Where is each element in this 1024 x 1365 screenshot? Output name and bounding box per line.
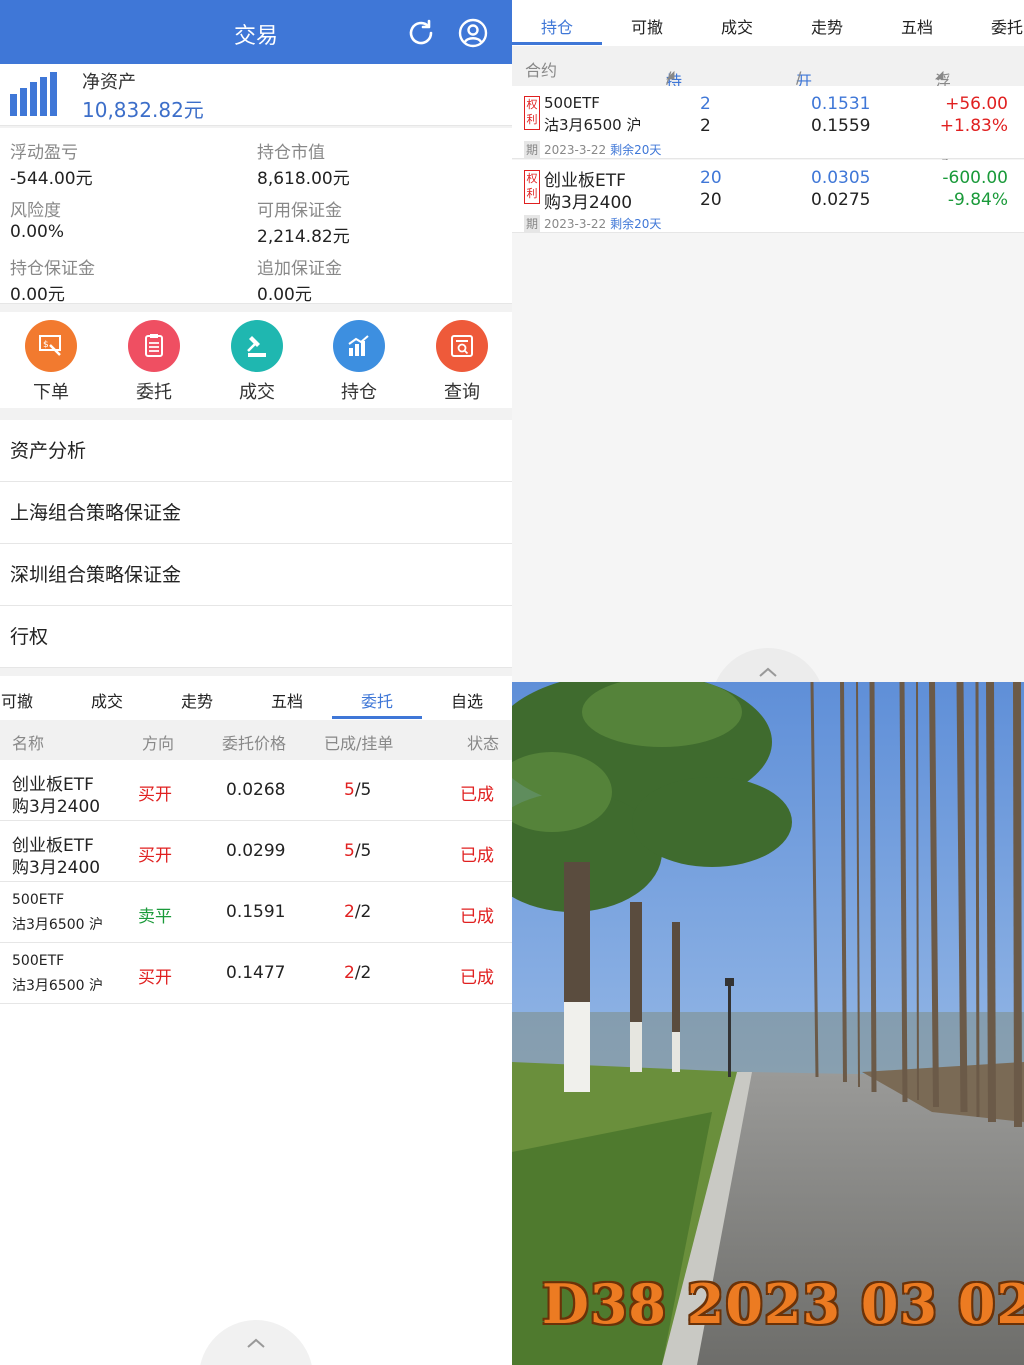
stat-risk: 风险度 0.00% [10, 201, 65, 242]
orders-table-header: 名称 方向 委托价格 已成/挂单 状态 [0, 720, 512, 760]
tab-deals[interactable]: 成交 [692, 14, 782, 38]
table-row[interactable]: 创业板ETF 购3月2400 买开 0.0268 5/5 已成 [0, 760, 512, 821]
tab-watchlist[interactable]: 自选 [422, 688, 512, 712]
action-query-button[interactable]: 查询 [422, 320, 502, 404]
action-deal-button[interactable]: 成交 [217, 320, 297, 404]
tab-deals[interactable]: 成交 [62, 688, 152, 712]
tab-depth[interactable]: 五档 [242, 688, 332, 712]
tab-trend[interactable]: 走势 [152, 688, 242, 712]
stat-additional-margin: 追加保证金 0.00元 [257, 259, 342, 305]
chevron-up-icon [247, 1338, 265, 1348]
action-order-button[interactable]: $ 下单 [11, 320, 91, 404]
table-row[interactable]: 500ETF 沽3月6500 沪 买开 0.1477 2/2 已成 [0, 943, 512, 1004]
tab-indicator [332, 716, 422, 719]
order-tabs: 可撤 成交 走势 五档 委托 自选 [0, 676, 512, 720]
menu-item-sz-margin[interactable]: 深圳组合策略保证金 [0, 544, 512, 606]
action-entrust-button[interactable]: 委托 [114, 320, 194, 404]
rights-badge: 权利 [524, 96, 540, 130]
trade-panel: 交易 净资产 10,832.82元 浮动盈亏 -544.00元 持仓市值 8,6… [0, 0, 512, 1365]
expiry-line: 期 2023-3-22 剩余20天 [524, 215, 662, 232]
refresh-icon[interactable] [406, 18, 436, 48]
stat-position-value: 持仓市值 8,618.00元 [257, 143, 350, 189]
park-path-photo: D38 2023 03 02 [512, 682, 1024, 1365]
tab-entrust[interactable]: 委托 [332, 688, 422, 712]
stat-floating-pl: 浮动盈亏 -544.00元 [10, 143, 93, 189]
expiry-line: 期 2023-3-22 剩余20天 [524, 141, 662, 158]
stat-position-margin: 持仓保证金 0.00元 [10, 259, 95, 305]
divider [0, 408, 512, 420]
tab-cancelable[interactable]: 可撤 [602, 14, 692, 38]
tab-entrust[interactable]: 委托 [962, 14, 1024, 38]
bar-chart-icon [10, 70, 64, 118]
tab-depth[interactable]: 五档 [872, 14, 962, 38]
positions-table-header: 合约 持仓/可用 ◢ 开仓价/现价 浮动盈亏◢ [512, 46, 1024, 163]
position-row[interactable]: 权利 创业板ETF 购3月2400 20 20 0.0305 0.0275 -6… [512, 160, 1024, 233]
expand-handle[interactable] [711, 648, 825, 682]
net-asset-value: 10,832.82元 [82, 98, 204, 122]
menu-item-exercise[interactable]: 行权 [0, 606, 512, 668]
quick-actions: $ 下单 委托 成交 持仓 查询 [0, 312, 512, 408]
tab-cancelable[interactable]: 可撤 [0, 688, 62, 712]
divider [0, 668, 512, 676]
screenshot-collage: 交易 净资产 10,832.82元 浮动盈亏 -544.00元 持仓市值 8,6… [0, 0, 1024, 1365]
svg-text:$: $ [43, 340, 49, 350]
expand-handle[interactable] [199, 1320, 313, 1365]
user-icon[interactable] [458, 18, 488, 48]
divider [0, 304, 512, 312]
clipboard-icon [128, 320, 180, 372]
positions-panel: 持仓 可撤 成交 走势 五档 委托 合约 持仓/可用 ◢ 开仓价/现价 浮动盈亏… [512, 0, 1024, 682]
chevron-up-icon [759, 667, 777, 677]
order-icon: $ [25, 320, 77, 372]
menu-list: 资产分析 上海组合策略保证金 深圳组合策略保证金 行权 [0, 420, 512, 668]
date-stamp: D38 2023 03 02 [542, 1272, 1024, 1336]
table-row[interactable]: 500ETF 沽3月6500 沪 卖平 0.1591 2/2 已成 [0, 882, 512, 943]
search-doc-icon [436, 320, 488, 372]
net-asset-row: 净资产 10,832.82元 [0, 64, 512, 126]
tab-indicator [512, 42, 602, 45]
account-stats: 浮动盈亏 -544.00元 持仓市值 8,618.00元 风险度 0.00% 可… [0, 128, 512, 305]
gavel-icon [231, 320, 283, 372]
chart-icon [333, 320, 385, 372]
action-position-button[interactable]: 持仓 [319, 320, 399, 404]
header-bar: 交易 [0, 0, 512, 64]
menu-item-sh-margin[interactable]: 上海组合策略保证金 [0, 482, 512, 544]
net-asset-label: 净资产 [82, 72, 136, 93]
tab-trend[interactable]: 走势 [782, 14, 872, 38]
position-tabs: 持仓 可撤 成交 走势 五档 委托 [512, 0, 1024, 46]
position-row[interactable]: 权利 500ETF 沽3月6500 沪 2 2 0.1531 0.1559 +5… [512, 86, 1024, 159]
menu-item-asset-analysis[interactable]: 资产分析 [0, 420, 512, 482]
stat-available-margin: 可用保证金 2,214.82元 [257, 201, 350, 247]
table-row[interactable]: 创业板ETF 购3月2400 买开 0.0299 5/5 已成 [0, 821, 512, 882]
tree-lined-path-image [512, 682, 1024, 1365]
tab-positions[interactable]: 持仓 [512, 14, 602, 38]
rights-badge: 权利 [524, 170, 540, 204]
